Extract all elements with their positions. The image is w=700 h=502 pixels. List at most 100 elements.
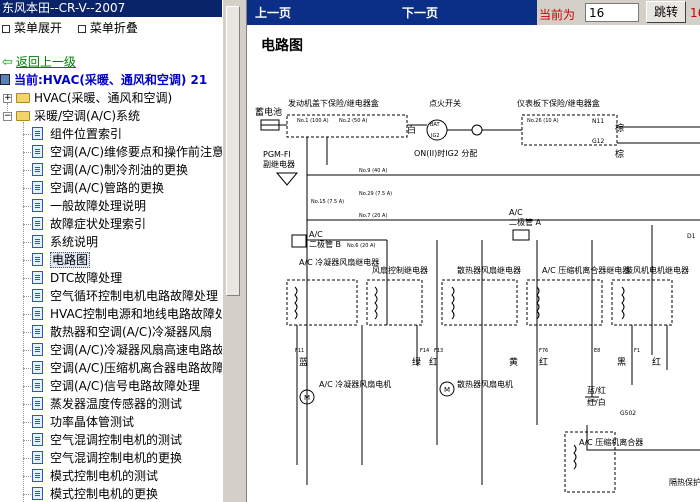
tree-item[interactable]: 组件位置索引 [32, 125, 122, 143]
page-number-input[interactable] [585, 3, 639, 22]
tree-connector [23, 260, 31, 261]
fuse-label: No.15 (7.5 A) [311, 199, 344, 205]
folder-icon [16, 93, 30, 103]
tree-item-label: 系统说明 [50, 235, 99, 249]
motor-glyph: M [304, 394, 310, 402]
document-icon [32, 361, 43, 374]
tree-item-label: 模式控制电机的测试 [50, 469, 159, 483]
tree-folder-hvac[interactable]: HVAC(采暖、通风和空调) [16, 89, 172, 107]
tree-connector [23, 188, 31, 189]
terminal-label: F1 [634, 348, 640, 354]
pane-splitter[interactable] [222, 0, 247, 502]
back-link-label: 返回上一级 [15, 55, 76, 69]
app-title: 东风本田--CR-V--2007 [0, 0, 222, 17]
diode-b-symbol [291, 234, 307, 248]
current-location: 当前:HVAC(采暖、通风和空调) 21 [0, 71, 207, 88]
computer-icon [0, 74, 10, 85]
ground-label: G502 [620, 410, 636, 417]
square-icon [77, 24, 86, 33]
tree-item-label: 空调(A/C)冷凝器风扇高速电路故障 [50, 343, 222, 357]
tree-connector [23, 242, 31, 243]
tree-item-label: 空气混调控制电机的测试 [50, 433, 183, 447]
tree-item[interactable]: 模式控制电机的测试 [32, 467, 158, 485]
motor-label: 散热器风扇电机 [457, 379, 513, 389]
wire-color-label: 黄 [509, 356, 518, 368]
tree-connector [23, 332, 31, 333]
relay-label: A/C 冷凝器风扇继电器 [299, 257, 379, 267]
ignition-label: 点火开关 [429, 98, 461, 108]
document-icon [32, 181, 43, 194]
tree-item[interactable]: 空气混调控制电机的更换 [32, 449, 182, 467]
wire-color-label: 棕 [615, 122, 624, 134]
wire-color-label: 红 [429, 356, 438, 368]
tree-item[interactable]: 空气混调控制电机的测试 [32, 431, 182, 449]
battery-label: 蓄电池 [255, 106, 282, 118]
clutch-coil [573, 444, 577, 470]
tree-item[interactable]: 故障症状处理索引 [32, 215, 146, 233]
menu-collapse-label: 菜单折叠 [89, 21, 138, 35]
tree-item[interactable]: DTC故障处理 [32, 269, 122, 287]
tree-item-label: HVAC控制电源和地线电路故障处理 [50, 307, 222, 321]
tree-connector [23, 278, 31, 279]
collapse-toggle[interactable]: − [3, 112, 12, 121]
tree-folder-ac-system[interactable]: 采暖/空调(A/C)系统 [16, 107, 140, 125]
tree-connector [23, 122, 24, 502]
tree-item[interactable]: 蒸发器温度传感器的测试 [32, 395, 182, 413]
tree-connector [23, 152, 31, 153]
tree-item-label: 空气循环控制电机电路故障处理 [50, 289, 219, 303]
tree-folder-label: 采暖/空调(A/C)系统 [34, 109, 141, 123]
tree-item[interactable]: 空调(A/C)信号电路故障处理 [32, 377, 200, 395]
motor-glyph: M [444, 386, 450, 394]
tree-connector [23, 476, 31, 477]
tree-item-label: 散热器和空调(A/C)冷凝器风扇 [50, 325, 212, 339]
diagram-title: 电路图 [261, 37, 303, 54]
scrollbar-thumb[interactable] [226, 6, 240, 296]
tree-item[interactable]: 空气循环控制电机电路故障处理 [32, 287, 218, 305]
tree-connector [23, 458, 31, 459]
tree-item[interactable]: 空调(A/C)管路的更换 [32, 179, 164, 197]
tree-connector [23, 350, 31, 351]
document-icon [32, 271, 43, 284]
tree-item-label: 空调(A/C)管路的更换 [50, 181, 164, 195]
expand-toggle[interactable]: + [3, 94, 12, 103]
prev-page-button[interactable]: 上一页 [255, 4, 291, 21]
tree-item[interactable]: 模式控制电机的更换 [32, 485, 158, 502]
tree-connector [23, 494, 31, 495]
tree-item[interactable]: 空调(A/C)制冷剂油的更换 [32, 161, 188, 179]
tree-item[interactable]: 电路图 [32, 251, 91, 269]
circuit-diagram: 电路图 蓄电池 发动机盖下保险/继电器盒 No.1 (100 A) No.2 (… [255, 37, 700, 493]
relay-label: 风扇控制继电器 [372, 265, 428, 275]
tree-item[interactable]: 功率晶体管测试 [32, 413, 134, 431]
document-icon [32, 451, 43, 464]
tree-item-label: DTC故障处理 [50, 271, 123, 285]
menu-expand-button[interactable]: 菜单展开 [2, 17, 62, 39]
menu-collapse-button[interactable]: 菜单折叠 [77, 17, 138, 39]
document-icon [32, 469, 43, 482]
document-icon [32, 289, 43, 302]
fuse-label: No.9 (40 A) [359, 168, 387, 174]
tree-item[interactable]: 一般故障处理说明 [32, 197, 146, 215]
back-link[interactable]: ⇦ 返回上一级 [2, 53, 76, 70]
tree-item-label: 一般故障处理说明 [50, 199, 147, 213]
terminal-label: E8 [594, 348, 600, 354]
document-icon [32, 325, 43, 338]
tree-item[interactable]: 空调(A/C)冷凝器风扇高速电路故障 [32, 341, 222, 359]
tree-item[interactable]: 散热器和空调(A/C)冷凝器风扇 [32, 323, 212, 341]
page-total: 16 [690, 6, 700, 20]
navigation-pane: 东风本田--CR-V--2007 菜单展开 菜单折叠 ⇦ 返回上一级 当前:HVA… [0, 0, 222, 502]
tree-connector [23, 296, 31, 297]
tree-item[interactable]: HVAC控制电源和地线电路故障处理 [32, 305, 222, 323]
next-page-button[interactable]: 下一页 [402, 4, 438, 21]
dash-fuse-label: 仪表板下保险/继电器盒 [517, 98, 600, 108]
relay-label: 散热器风扇继电器 [457, 265, 521, 275]
jump-button[interactable]: 跳转 [646, 1, 686, 23]
tree-item[interactable]: 空调(A/C)维修要点和操作前注意 [32, 143, 222, 161]
wire-color-label: 黑 [617, 357, 626, 368]
relay-symbol [275, 172, 299, 186]
tree-item[interactable]: 空调(A/C)压缩机离合器电路故障 [32, 359, 222, 377]
tree-item-label: 功率晶体管测试 [50, 415, 135, 429]
tree-item-label: 空调(A/C)维修要点和操作前注意 [50, 145, 222, 159]
tree-connector [23, 224, 31, 225]
relay-boxes [286, 279, 673, 326]
tree-item[interactable]: 系统说明 [32, 233, 98, 251]
